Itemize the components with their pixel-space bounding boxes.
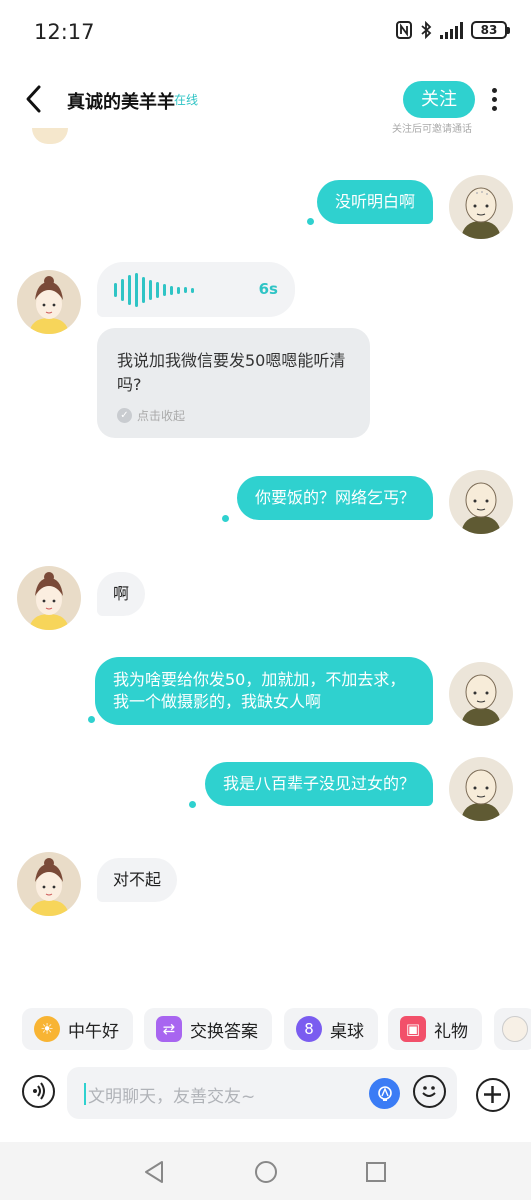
online-status: 在线 bbox=[174, 93, 199, 107]
quick-chip-billiards[interactable]: 8 桌球 bbox=[284, 1008, 378, 1050]
gift-icon: ▣ bbox=[400, 1016, 426, 1042]
my-avatar[interactable] bbox=[449, 470, 513, 534]
voice-waveform-icon bbox=[114, 273, 194, 307]
swap-icon: ⇄ bbox=[156, 1016, 182, 1042]
voice-duration: 6s bbox=[258, 280, 278, 298]
quick-chip-good-noon[interactable]: ☀ 中午好 bbox=[22, 1008, 133, 1050]
message-input-bar: 文明聊天，友善交友~ bbox=[0, 1064, 531, 1124]
quick-reply-bar: ☀ 中午好 ⇄ 交换答案 8 桌球 ▣ 礼物 bbox=[22, 1008, 531, 1050]
ai-assistant-icon[interactable] bbox=[369, 1078, 400, 1109]
nav-recents-icon[interactable] bbox=[365, 1161, 387, 1183]
message-bubble-incoming[interactable]: 对不起 bbox=[97, 858, 178, 902]
voice-transcript-card: 我说加我微信要发50嗯嗯能听清吗? ✓ 点击收起 bbox=[97, 328, 370, 438]
quick-chip-gift[interactable]: ▣ 礼物 bbox=[388, 1008, 482, 1050]
sent-status-dot bbox=[222, 515, 229, 522]
message-bubble-outgoing[interactable]: 我是八百辈子没见过女的？ bbox=[204, 762, 433, 806]
follow-button[interactable]: 关注 bbox=[403, 81, 475, 118]
status-time: 12:17 bbox=[34, 20, 95, 44]
message-bubble-incoming[interactable]: 啊 bbox=[97, 572, 146, 616]
status-bar: 12:17 83 bbox=[0, 0, 531, 66]
voice-input-icon[interactable] bbox=[22, 1075, 55, 1108]
partner-avatar[interactable] bbox=[17, 852, 81, 916]
nav-home-icon[interactable] bbox=[254, 1160, 278, 1184]
plus-icon[interactable] bbox=[476, 1078, 510, 1112]
voice-message-bubble[interactable]: 6s bbox=[97, 262, 295, 317]
collapse-label: 点击收起 bbox=[137, 409, 186, 423]
status-icons: 83 bbox=[396, 21, 510, 39]
message-bubble-outgoing[interactable]: 我为啥要给你发50，加就加，不加去求，我一个做摄影的，我缺女人啊 bbox=[95, 657, 433, 725]
message-input[interactable]: 文明聊天，友善交友~ bbox=[67, 1067, 457, 1119]
message-input-placeholder: 文明聊天，友善交友~ bbox=[88, 1087, 256, 1107]
collapse-transcript-button[interactable]: ✓ 点击收起 bbox=[117, 407, 185, 424]
chat-partner-name[interactable]: 真诚的美羊羊 bbox=[67, 88, 175, 114]
nfc-icon bbox=[396, 21, 412, 39]
my-avatar[interactable] bbox=[449, 175, 513, 239]
nav-back-icon[interactable] bbox=[143, 1160, 165, 1184]
emoji-icon[interactable] bbox=[413, 1075, 446, 1108]
partner-avatar[interactable] bbox=[17, 566, 81, 630]
bluetooth-icon bbox=[421, 21, 432, 39]
signal-icon bbox=[440, 21, 463, 39]
chat-header: 真诚的美羊羊 在线 关注 关注后可邀请通话 bbox=[0, 66, 531, 142]
system-nav-bar bbox=[0, 1142, 531, 1200]
partner-avatar[interactable] bbox=[17, 270, 81, 334]
billiard-ball-icon: 8 bbox=[296, 1016, 322, 1042]
text-caret bbox=[84, 1083, 86, 1105]
sticker-icon bbox=[502, 1016, 528, 1042]
quick-chip-swap-answers[interactable]: ⇄ 交换答案 bbox=[144, 1008, 272, 1050]
sun-icon: ☀ bbox=[34, 1016, 60, 1042]
my-avatar[interactable] bbox=[449, 757, 513, 821]
sent-status-dot bbox=[307, 218, 314, 225]
more-options-icon[interactable] bbox=[489, 88, 499, 114]
voice-transcript-text: 我说加我微信要发50嗯嗯能听清吗? bbox=[117, 351, 346, 394]
battery-icon: 83 bbox=[471, 21, 510, 39]
quick-chip-more[interactable] bbox=[494, 1008, 531, 1050]
sent-status-dot bbox=[189, 801, 196, 808]
my-avatar[interactable] bbox=[449, 662, 513, 726]
message-bubble-outgoing[interactable]: 没听明白啊 bbox=[316, 180, 433, 224]
message-bubble-outgoing[interactable]: 你要饭的？网络乞丐？ bbox=[236, 476, 433, 520]
follow-hint: 关注后可邀请通话 bbox=[392, 124, 472, 135]
check-icon: ✓ bbox=[117, 408, 132, 423]
sent-status-dot bbox=[88, 716, 95, 723]
back-arrow-icon[interactable] bbox=[22, 84, 46, 114]
